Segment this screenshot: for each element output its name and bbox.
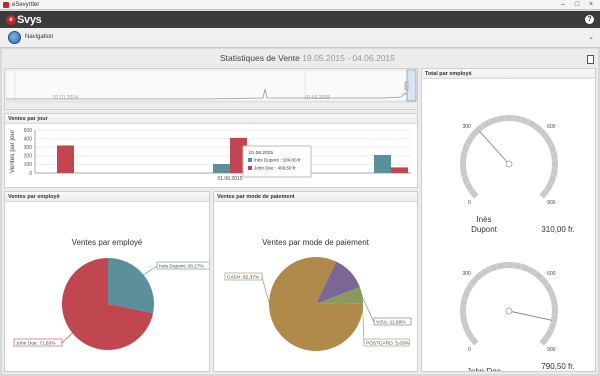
y-tick-label: 200 bbox=[24, 154, 33, 160]
tooltip-line: Inès Dupont : 104,00 fr. bbox=[254, 158, 302, 163]
slice-label: VISA: 11,99% bbox=[376, 320, 406, 326]
slice-label: CASH: 82,37% bbox=[227, 275, 260, 281]
panel-total-per-employee: Total par employé 0 300 600 900 Inès Dupont 31… bbox=[421, 68, 596, 376]
timeline-navigator[interactable]: 01.01.2014 01.01.2015 bbox=[4, 68, 418, 110]
total-per-employee-gauges: 0 300 600 900 InèsDupont 310,00 fr. 0 300 600 900… bbox=[460, 115, 575, 376]
gauge-scale-label: 0 bbox=[468, 200, 471, 206]
gauge-pivot bbox=[505, 160, 513, 168]
export-icon[interactable] bbox=[587, 55, 594, 64]
timeline-handle-left[interactable] bbox=[404, 81, 409, 91]
gauge-needle bbox=[508, 310, 553, 321]
date-range: 19.05.2015 - 04.06.2015 bbox=[302, 53, 395, 63]
bar[interactable] bbox=[57, 145, 74, 173]
sales-per-employee-pie[interactable]: Ventes par employé Inès Dupont: 28,17% Joh… bbox=[5, 202, 214, 371]
gauge-name: Dupont bbox=[471, 225, 498, 234]
timeline-scrollbar[interactable] bbox=[5, 101, 417, 109]
chart-tooltip: 01.06.2015 Inès Dupont : 104,00 fr. John D… bbox=[242, 145, 312, 178]
gauge-scale-label: 600 bbox=[547, 271, 556, 277]
gauge-value: 790,50 fr. bbox=[541, 362, 574, 371]
window-title: eSevyrtter bbox=[12, 2, 40, 8]
maximize-icon[interactable]: □ bbox=[570, 0, 584, 9]
gauge-pivot bbox=[505, 307, 513, 315]
chart-title: Ventes par employé bbox=[72, 238, 143, 247]
chart-title: Ventes par mode de paiement bbox=[262, 238, 370, 247]
app-logo[interactable]: e Svys bbox=[6, 13, 42, 26]
gauge-track bbox=[460, 262, 558, 346]
gauge-value: 310,00 fr. bbox=[541, 225, 574, 234]
y-tick-label: 400 bbox=[24, 136, 33, 142]
gauge-name: John Doe bbox=[467, 367, 502, 371]
slice-label-connector bbox=[61, 332, 73, 344]
slice-label-connector bbox=[361, 294, 365, 344]
slice-label: John Doe: 71,83% bbox=[16, 341, 56, 347]
gauge-scale-label: 900 bbox=[547, 347, 556, 353]
panel-title: Total par employé bbox=[422, 69, 595, 79]
gauge-scale-label: 900 bbox=[547, 200, 556, 206]
bar[interactable] bbox=[374, 154, 391, 173]
slice-label: POSTCARD: 5,63% bbox=[366, 341, 410, 347]
help-icon[interactable]: ? bbox=[585, 15, 594, 24]
navigation-bar[interactable]: Navigation ⌄ bbox=[0, 28, 600, 48]
slice-label-connector bbox=[143, 265, 158, 276]
bar[interactable] bbox=[213, 164, 230, 173]
x-tick-label: 01.06.2015 bbox=[217, 176, 242, 182]
gauge-scale-label: 300 bbox=[462, 271, 471, 277]
gauge: 0 300 600 900 John Doe 790,50 fr. bbox=[460, 262, 575, 376]
y-tick-label: 0 bbox=[29, 171, 32, 177]
sales-per-payment-pie[interactable]: Ventes par mode de paiement CASH: 82,37% V… bbox=[214, 202, 417, 371]
gauge-track bbox=[460, 115, 558, 199]
navigation-label[interactable]: Navigation bbox=[25, 34, 53, 40]
window-titlebar: eSevyrtter – □ × bbox=[0, 0, 600, 10]
gauge-scale-label: 300 bbox=[462, 124, 471, 130]
compass-icon[interactable] bbox=[8, 31, 21, 44]
pie-slice[interactable] bbox=[108, 258, 154, 314]
timeline-label: 01.01.2014 bbox=[53, 95, 78, 101]
timeline-svg[interactable]: 01.01.2014 01.01.2015 bbox=[5, 69, 417, 109]
chevron-down-icon[interactable]: ⌄ bbox=[588, 33, 594, 41]
panel-title: Ventes par jour bbox=[5, 114, 417, 124]
page-title: Statistiques de Vente 19.05.2015 - 04.06… bbox=[220, 53, 395, 63]
logo-text: Svys bbox=[17, 13, 42, 26]
app-header: e Svys ? bbox=[0, 11, 600, 28]
gauge-scale-label: 600 bbox=[547, 124, 556, 130]
panel-sales-per-payment: Ventes par mode de paiement Ventes par m… bbox=[213, 191, 418, 372]
tooltip-swatch bbox=[248, 158, 252, 162]
timeline-label: 01.01.2015 bbox=[305, 95, 330, 101]
tooltip-swatch bbox=[248, 166, 252, 170]
timeline-selection[interactable] bbox=[406, 69, 417, 102]
gauge-name: Inès bbox=[476, 215, 491, 224]
y-tick-label: 300 bbox=[24, 145, 33, 151]
logo-mark: e bbox=[6, 14, 16, 25]
panel-sales-per-day: Ventes par jour 0 100 200 300 400 500 Ventes p… bbox=[4, 113, 418, 188]
y-axis-label: Ventes par jour bbox=[9, 129, 16, 174]
gauge-scale-label: 0 bbox=[468, 347, 471, 353]
tooltip-line: John Doe : 408,50 fr. bbox=[254, 166, 297, 171]
slice-label: Inès Dupont: 28,17% bbox=[159, 264, 205, 270]
panel-title: Ventes par mode de paiement bbox=[214, 192, 417, 202]
close-icon[interactable]: × bbox=[584, 0, 598, 9]
minimize-icon[interactable]: – bbox=[556, 0, 570, 9]
panel-sales-per-employee: Ventes par employé Ventes par employé Inè… bbox=[4, 191, 214, 372]
bar[interactable] bbox=[391, 167, 408, 173]
sales-per-day-chart[interactable]: 0 100 200 300 400 500 Ventes par jour 01.06.201… bbox=[5, 124, 417, 187]
tooltip-title: 01.06.2015 bbox=[249, 150, 273, 156]
gauge: 0 300 600 900 InèsDupont 310,00 fr. bbox=[460, 115, 575, 234]
panel-title: Ventes par employé bbox=[5, 192, 209, 202]
gauge-needle bbox=[479, 131, 510, 165]
y-tick-label: 500 bbox=[24, 128, 33, 134]
y-tick-label: 100 bbox=[24, 162, 33, 168]
page-title-text: Statistiques de Vente bbox=[220, 53, 300, 63]
app-icon bbox=[3, 2, 9, 8]
